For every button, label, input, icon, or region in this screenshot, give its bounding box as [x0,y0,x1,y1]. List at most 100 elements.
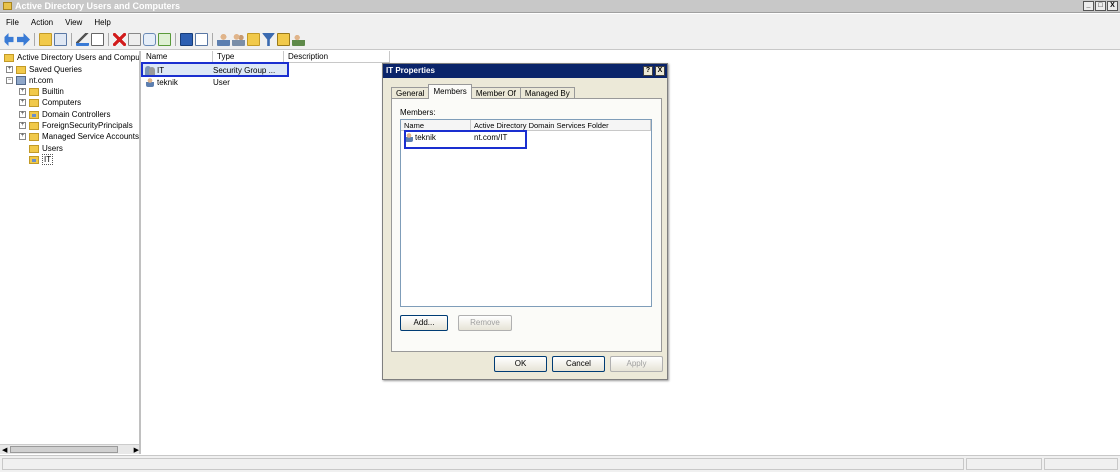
new-user-icon[interactable] [217,33,230,46]
refresh-icon[interactable] [143,33,156,46]
ou-folder-icon [29,110,39,119]
dialog-title: IT Properties [386,66,435,75]
expand-icon[interactable]: + [19,122,26,129]
ok-button[interactable]: OK [494,356,547,372]
tree-item-computers[interactable]: + Computers [19,97,81,108]
menu-file[interactable]: File [6,18,19,27]
dialog-tabs: General Members Member Of Managed By [391,84,575,99]
status-pane [2,458,964,470]
column-header-type[interactable]: Type [213,51,284,62]
annotation-highlight-box [404,130,527,149]
collapse-icon[interactable]: − [6,77,13,84]
members-label: Members: [400,108,436,117]
scrollbar-thumb[interactable] [10,446,118,453]
maximize-button[interactable]: □ [1095,1,1106,11]
members-tab-panel: Members: Name Active Directory Domain Se… [391,98,662,352]
add-to-group-icon[interactable] [292,33,305,46]
tree-item-label: Builtin [42,87,64,96]
menu-view[interactable]: View [65,18,82,27]
annotation-highlight-box [141,62,289,77]
tree-horizontal-scrollbar[interactable]: ◀ ▶ [0,444,139,454]
tree-root-label: Active Directory Users and Comput [17,53,141,62]
tree-item-label: Domain Controllers [42,110,111,119]
expand-icon[interactable]: + [19,88,26,95]
toolbar-separator [212,33,213,46]
minimize-button[interactable]: _ [1083,1,1094,11]
dialog-help-button[interactable]: ? [643,66,653,76]
row-name: teknik [157,77,178,87]
folder-icon [29,98,39,107]
remove-button[interactable]: Remove [458,315,512,331]
menu-help[interactable]: Help [94,18,110,27]
tree-item-domain-controllers[interactable]: + Domain Controllers [19,109,110,120]
folder-icon [29,144,39,153]
column-header-name[interactable]: Name [142,51,213,62]
folder-icon [29,87,39,96]
folder-icon [29,121,39,130]
tree-item-label: ForeignSecurityPrincipals [42,121,133,130]
scroll-right-arrow-icon[interactable]: ▶ [134,446,139,454]
dialog-close-button[interactable]: X [655,66,665,76]
column-header-description[interactable]: Description [284,51,390,62]
show-console-tree-icon[interactable] [54,33,67,46]
filter-icon[interactable] [262,33,275,46]
list-row-teknik[interactable]: teknik User [142,76,288,88]
cancel-button[interactable]: Cancel [552,356,605,372]
tree-item-users[interactable]: Users [29,143,63,154]
show-action-pane-icon[interactable] [195,33,208,46]
ad-root-icon [4,53,14,62]
row-type: User [213,77,230,87]
help-icon[interactable] [180,33,193,46]
ou-folder-icon [29,155,39,164]
tree-item-label: IT [42,154,54,165]
toolbar-separator [34,33,35,46]
back-arrow-icon[interactable] [2,33,15,46]
dialog-titlebar: IT Properties ? X [383,64,667,78]
domain-icon [16,76,26,85]
copy-icon[interactable] [91,33,104,46]
window-title: Active Directory Users and Computers [15,1,181,11]
menu-action[interactable]: Action [31,18,53,27]
tree-root[interactable]: Active Directory Users and Comput [4,52,141,63]
expand-icon[interactable]: + [6,66,13,73]
members-list[interactable]: Name Active Directory Domain Services Fo… [400,119,652,307]
user-icon [146,77,154,87]
toolbar [0,30,1120,50]
status-pane [966,458,1042,470]
folder-icon [29,132,39,141]
expand-icon[interactable]: + [19,133,26,140]
members-column-name[interactable]: Name [401,120,471,130]
tree-item-foreign-security-principals[interactable]: + ForeignSecurityPrincipals [19,120,133,131]
scroll-left-arrow-icon[interactable]: ◀ [2,446,7,454]
add-button[interactable]: Add... [400,315,448,331]
up-folder-icon[interactable] [39,33,52,46]
tree-item-label: Managed Service Accounts [42,132,139,141]
status-pane [1044,458,1118,470]
properties-icon[interactable] [128,33,141,46]
apply-button[interactable]: Apply [610,356,663,372]
close-button[interactable]: X [1107,1,1118,11]
window-titlebar: Active Directory Users and Computers _ □… [0,0,1120,13]
tab-members[interactable]: Members [428,84,472,99]
tree-item-label: nt.com [29,76,54,85]
delete-icon[interactable] [113,33,126,46]
tree-item-saved-queries[interactable]: + Saved Queries [6,64,82,75]
forward-arrow-icon[interactable] [17,33,30,46]
cut-icon[interactable] [76,33,89,46]
tree-item-managed-service-accounts[interactable]: + Managed Service Accounts [19,131,139,142]
new-group-icon[interactable] [232,33,245,46]
tree-item-it[interactable]: IT [29,154,54,165]
new-ou-icon[interactable] [247,33,260,46]
folder-icon [16,65,26,74]
menu-bar: File Action View Help [0,14,1120,30]
find-icon[interactable] [277,33,290,46]
properties-dialog: IT Properties ? X General Members Member… [382,63,668,380]
tree-item-builtin[interactable]: + Builtin [19,86,64,97]
ad-app-icon [3,2,12,10]
tree-item-domain[interactable]: − nt.com [6,75,53,86]
export-list-icon[interactable] [158,33,171,46]
expand-icon[interactable]: + [19,111,26,118]
expand-icon[interactable]: + [19,99,26,106]
tree-item-label: Saved Queries [29,65,82,74]
members-column-folder[interactable]: Active Directory Domain Services Folder [471,120,651,130]
